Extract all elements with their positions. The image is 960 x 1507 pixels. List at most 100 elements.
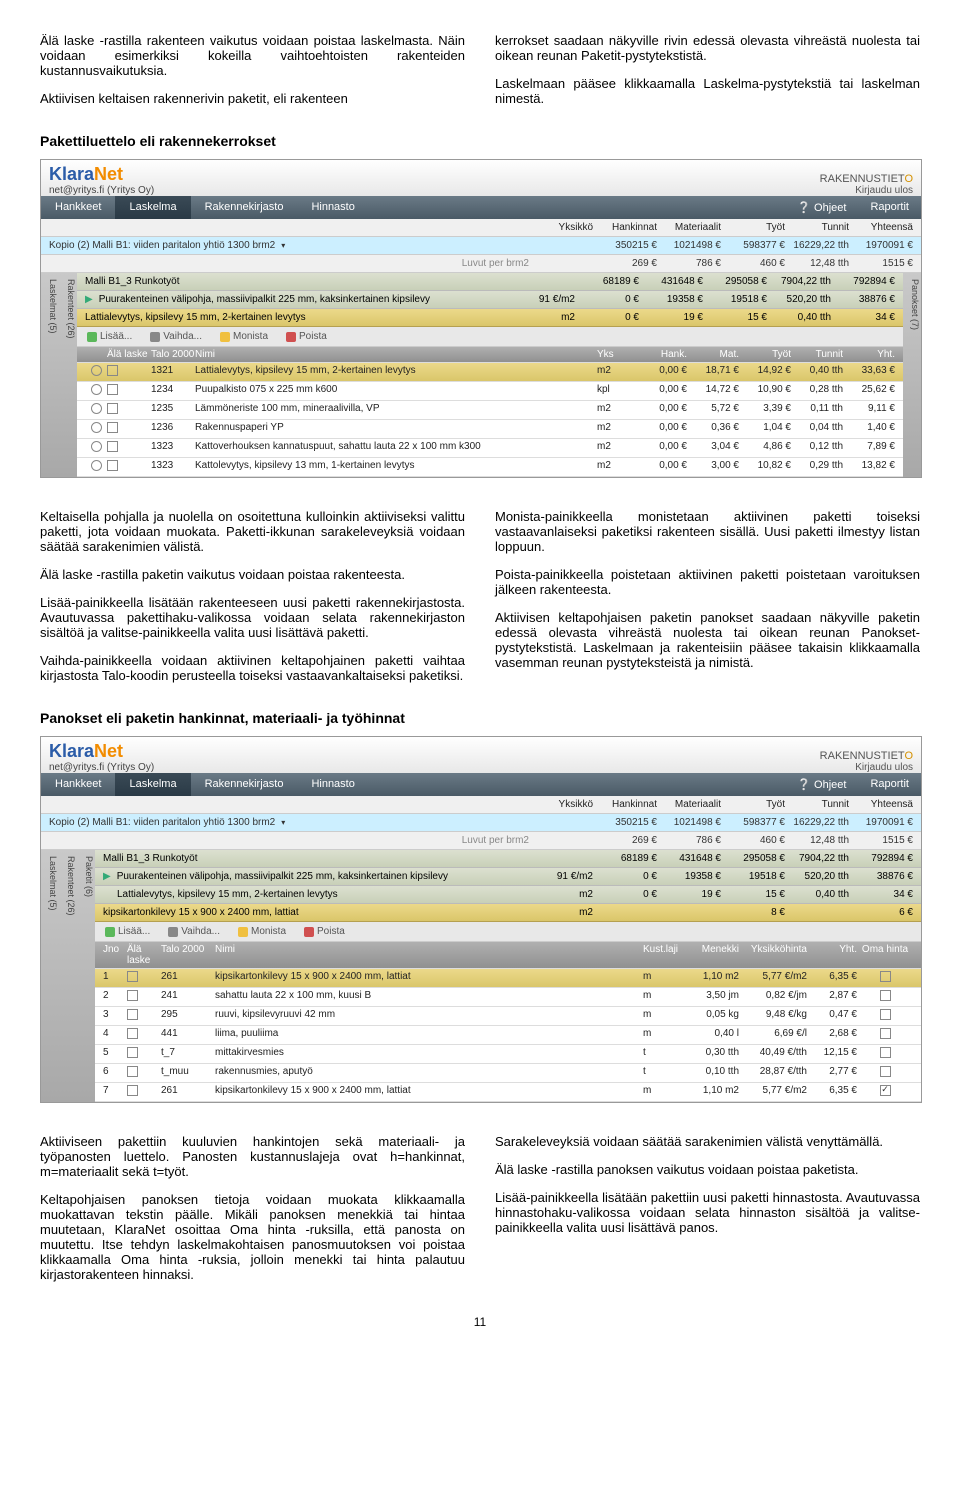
jno: 6	[103, 1066, 127, 1080]
nav-laskelma[interactable]: Laskelma	[115, 196, 190, 219]
intro-left-p2: Aktiivisen keltaisen rakennerivin paketi…	[40, 91, 465, 106]
malli-row[interactable]: Malli B1_3 Runkotyöt 68189 € 431648 € 29…	[95, 850, 921, 868]
hankinnat: 0,00 €	[635, 384, 687, 398]
exclude-checkbox[interactable]	[127, 1085, 138, 1096]
oma-hinta-checkbox[interactable]	[880, 990, 891, 1001]
talo-code: 1236	[151, 422, 195, 436]
mid-text: Keltaisella pohjalla ja nuolella on osoi…	[40, 496, 920, 696]
project-row[interactable]: Kopio (2) Malli B1: viiden paritalon yht…	[41, 814, 921, 832]
table-row[interactable]: 1323 Kattoverhouksen kannatuspuut, sahat…	[77, 439, 903, 458]
logout-link[interactable]: Kirjaudu ulos	[830, 185, 913, 196]
exclude-checkbox[interactable]	[127, 990, 138, 1001]
exclude-checkbox[interactable]	[107, 441, 118, 452]
nav-hankkeet[interactable]: Hankkeet	[41, 196, 115, 219]
row-name: rakennusmies, aputyö	[215, 1066, 643, 1080]
oma-hinta-checkbox[interactable]	[880, 971, 891, 982]
add-button[interactable]: Lisää...	[105, 926, 150, 937]
active-paketti-row[interactable]: Lattialevytys, kipsilevy 15 mm, 2-kertai…	[77, 309, 903, 327]
exclude-checkbox[interactable]	[107, 384, 118, 395]
edit-button[interactable]: Vaihda...	[150, 331, 202, 342]
exclude-checkbox[interactable]	[127, 1028, 138, 1039]
side-rakenteet[interactable]: Rakenteet (26)	[59, 273, 77, 477]
side-laskelmat[interactable]: Laskelmat (5)	[41, 273, 59, 477]
side-paketit[interactable]: Paketit (6)	[77, 850, 95, 1102]
rakenne-row[interactable]: ▶ Puurakenteinen välipohja, massiivipalk…	[95, 868, 921, 886]
nav-hinnasto[interactable]: Hinnasto	[297, 773, 368, 796]
side-rakenteet[interactable]: Rakenteet (26)	[59, 850, 77, 1102]
copy-button[interactable]: Monista	[238, 926, 286, 937]
table-row[interactable]: 4 441 liima, puuliima m 0,40 l 6,69 €/l …	[95, 1026, 921, 1045]
expand-icon[interactable]: ▶	[85, 294, 93, 305]
table-row[interactable]: 6 t_muu rakennusmies, aputyö t 0,10 tth …	[95, 1064, 921, 1083]
hankinnat: 0,00 €	[635, 441, 687, 455]
exclude-checkbox[interactable]	[127, 1066, 138, 1077]
tunnit: 0,11 tth	[791, 403, 843, 417]
project-row[interactable]: Kopio (2) Malli B1: viiden paritalon yht…	[41, 237, 921, 255]
unit: m2	[597, 403, 635, 417]
table-row[interactable]: 7 261 kipsikartonkilevy 15 x 900 x 2400 …	[95, 1083, 921, 1102]
end-text: Aktiiviseen pakettiin kuuluvien hankinto…	[40, 1121, 920, 1295]
select-radio[interactable]	[91, 403, 102, 414]
side-panokset[interactable]: Panokset (7)	[903, 273, 921, 477]
row-name: kipsikartonkilevy 15 x 900 x 2400 mm, la…	[215, 1085, 643, 1099]
delete-button[interactable]: Poista	[304, 926, 345, 937]
talo-code: 1234	[151, 384, 195, 398]
table-row[interactable]: 1236 Rakennuspaperi YP m2 0,00 € 0,36 € …	[77, 420, 903, 439]
nav-raportit[interactable]: Raportit	[858, 196, 921, 219]
table-row[interactable]: 1 261 kipsikartonkilevy 15 x 900 x 2400 …	[95, 969, 921, 988]
add-button[interactable]: Lisää...	[87, 331, 132, 342]
oma-hinta-checkbox[interactable]	[880, 1028, 891, 1039]
tunnit: 0,28 tth	[791, 384, 843, 398]
nav-hinnasto[interactable]: Hinnasto	[297, 196, 368, 219]
exclude-checkbox[interactable]	[107, 403, 118, 414]
rakenne-row[interactable]: ▶ Puurakenteinen välipohja, massiivipalk…	[77, 291, 903, 309]
oma-hinta-checkbox[interactable]	[880, 1066, 891, 1077]
table-row[interactable]: 2 241 sahattu lauta 22 x 100 mm, kuusi B…	[95, 988, 921, 1007]
select-radio[interactable]	[91, 441, 102, 452]
table-row[interactable]: 1321 Lattialevytys, kipsilevy 15 mm, 2-k…	[77, 363, 903, 382]
select-radio[interactable]	[91, 384, 102, 395]
table-row[interactable]: 5 t_7 mittakirvesmies t 0,30 tth 40,49 €…	[95, 1045, 921, 1064]
row-name: mittakirvesmies	[215, 1047, 643, 1061]
expand-icon[interactable]: ▶	[103, 871, 111, 882]
yksikkohinta: 9,48 €/kg	[739, 1009, 807, 1023]
edit-button[interactable]: Vaihda...	[168, 926, 220, 937]
exclude-checkbox[interactable]	[127, 971, 138, 982]
nav-hankkeet[interactable]: Hankkeet	[41, 773, 115, 796]
select-radio[interactable]	[91, 460, 102, 471]
exclude-checkbox[interactable]	[107, 422, 118, 433]
select-radio[interactable]	[91, 422, 102, 433]
table-row[interactable]: 1323 Kattolevytys, kipsilevy 13 mm, 1-ke…	[77, 458, 903, 477]
table-row[interactable]: 1234 Puupalkisto 075 x 225 mm k600 kpl 0…	[77, 382, 903, 401]
nav-rakennekirjasto[interactable]: Rakennekirjasto	[191, 773, 298, 796]
malli-row[interactable]: Malli B1_3 Runkotyöt 68189 € 431648 € 29…	[77, 273, 903, 291]
delete-button[interactable]: Poista	[286, 331, 327, 342]
tyot: 3,39 €	[739, 403, 791, 417]
nav-ohjeet[interactable]: ❔ Ohjeet	[785, 196, 858, 219]
exclude-checkbox[interactable]	[107, 460, 118, 471]
table-row[interactable]: 1235 Lämmöneriste 100 mm, mineraalivilla…	[77, 401, 903, 420]
nav-ohjeet[interactable]: ❔ Ohjeet	[785, 773, 858, 796]
nav-laskelma[interactable]: Laskelma	[115, 773, 190, 796]
oma-hinta-checkbox[interactable]	[880, 1047, 891, 1058]
exclude-checkbox[interactable]	[127, 1009, 138, 1020]
exclude-checkbox[interactable]	[107, 365, 118, 376]
active-panos-row[interactable]: kipsikartonkilevy 15 x 900 x 2400 mm, la…	[95, 904, 921, 922]
row-name: liima, puuliima	[215, 1028, 643, 1042]
logout-link[interactable]: Kirjaudu ulos	[830, 762, 913, 773]
oma-hinta-checkbox[interactable]	[880, 1009, 891, 1020]
nav-raportit[interactable]: Raportit	[858, 773, 921, 796]
jno: 7	[103, 1085, 127, 1099]
mid-left-p3: Lisää-painikkeella lisätään rakenteeseen…	[40, 595, 465, 640]
table-row[interactable]: 3 295 ruuvi, kipsilevyruuvi 42 mm m 0,05…	[95, 1007, 921, 1026]
panos-toolbar: Lisää... Vaihda... Monista Poista	[95, 922, 921, 942]
nav-rakennekirjasto[interactable]: Rakennekirjasto	[191, 196, 298, 219]
delete-icon	[304, 927, 314, 937]
side-laskelmat[interactable]: Laskelmat (5)	[41, 850, 59, 1102]
oma-hinta-checkbox[interactable]	[880, 1085, 891, 1096]
plus-icon	[87, 332, 97, 342]
paketti-row[interactable]: Lattialevytys, kipsilevy 15 mm, 2-kertai…	[95, 886, 921, 904]
copy-button[interactable]: Monista	[220, 331, 268, 342]
exclude-checkbox[interactable]	[127, 1047, 138, 1058]
select-radio[interactable]	[91, 365, 102, 376]
